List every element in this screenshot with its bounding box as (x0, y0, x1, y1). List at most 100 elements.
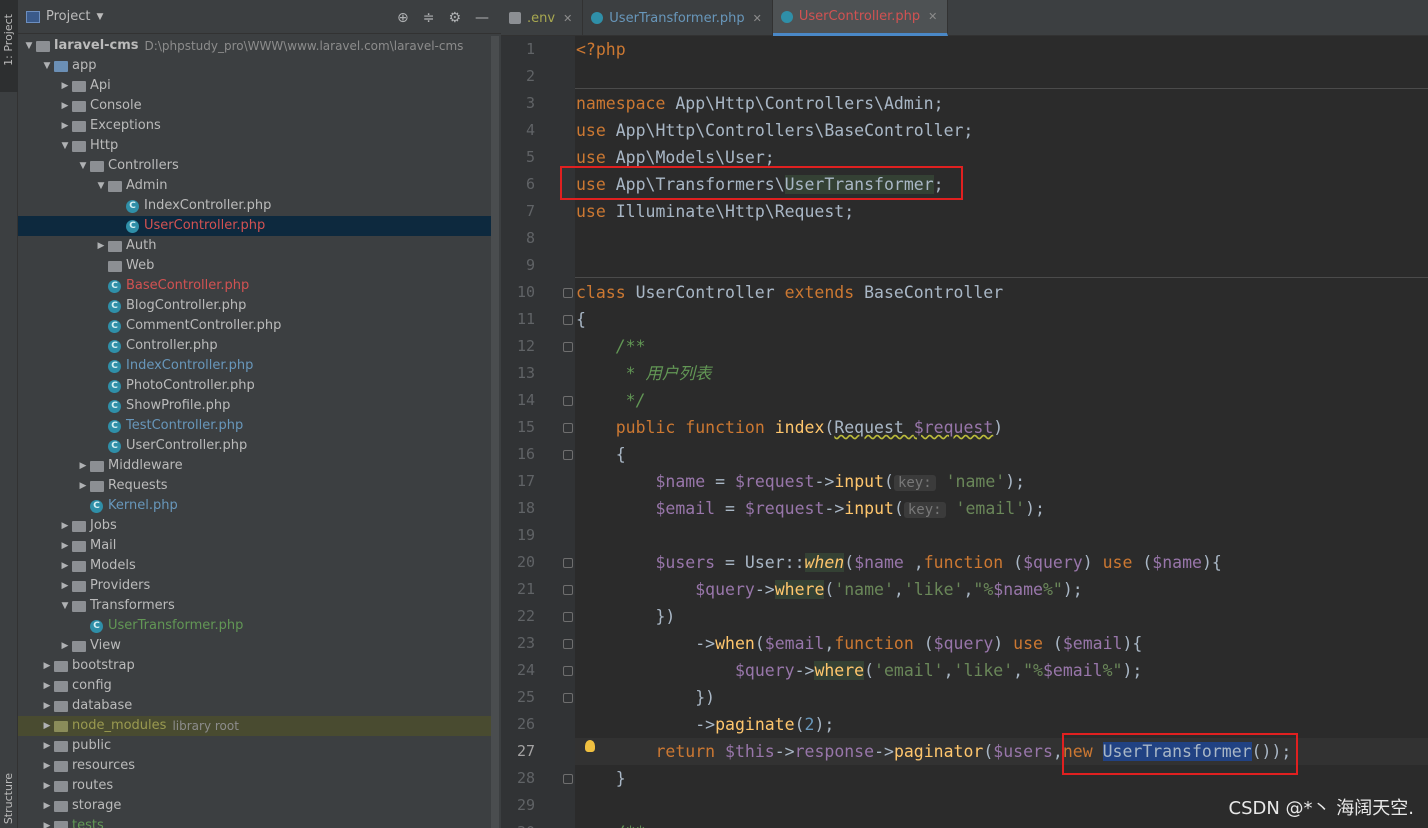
tree-folder[interactable]: ▶ View (18, 636, 491, 656)
tree-folder[interactable]: ▼ laravel-cms D:\phpstudy_pro\WWW\www.lara… (18, 36, 491, 56)
tree-folder[interactable]: ▶ tests (18, 816, 491, 828)
fold-marker-icon[interactable] (563, 396, 573, 406)
chevron-down-icon[interactable]: ▼ (76, 156, 90, 176)
chevron-down-icon[interactable]: ▼ (58, 136, 72, 156)
tree-file[interactable]: C Controller.php (18, 336, 491, 356)
fold-marker-icon[interactable] (563, 558, 573, 568)
code-line[interactable] (575, 522, 1428, 549)
chevron-right-icon[interactable]: ▶ (40, 736, 54, 756)
gutter-line[interactable]: 29 (501, 792, 575, 819)
tree-file[interactable]: C IndexController.php (18, 356, 491, 376)
code-editor[interactable]: <?php namespace App\Http\Controllers\Admi… (575, 36, 1428, 828)
close-icon[interactable]: ✕ (753, 12, 762, 25)
code-line[interactable]: */ (575, 387, 1428, 414)
fold-marker-icon[interactable] (563, 423, 573, 433)
chevron-right-icon[interactable]: ▶ (58, 576, 72, 596)
chevron-down-icon[interactable]: ▼ (22, 36, 36, 56)
chevron-right-icon[interactable]: ▶ (58, 116, 72, 136)
code-line[interactable]: /** (575, 333, 1428, 360)
code-line[interactable]: $query->where('email','like',"%$email%")… (575, 657, 1428, 684)
tree-file[interactable]: C ShowProfile.php (18, 396, 491, 416)
tree-folder[interactable]: ▶ Requests (18, 476, 491, 496)
tree-folder[interactable]: ▶ Middleware (18, 456, 491, 476)
chevron-down-icon[interactable]: ▼ (94, 176, 108, 196)
tree-folder[interactable]: ▶ Jobs (18, 516, 491, 536)
fold-marker-icon[interactable] (563, 315, 573, 325)
chevron-right-icon[interactable]: ▶ (40, 816, 54, 828)
lightbulb-icon[interactable] (585, 740, 595, 752)
gutter-line[interactable]: 18 (501, 495, 575, 522)
editor-tab[interactable]: UserController.php ✕ (772, 0, 949, 36)
chevron-right-icon[interactable]: ▶ (40, 696, 54, 716)
chevron-right-icon[interactable]: ▶ (40, 656, 54, 676)
fold-marker-icon[interactable] (563, 666, 573, 676)
gutter-line[interactable]: 4 (501, 117, 575, 144)
gutter-line[interactable]: 3 (501, 90, 575, 117)
gutter-line[interactable]: 15 (501, 414, 575, 441)
gutter-line[interactable]: 16 (501, 441, 575, 468)
gutter-line[interactable]: 30 (501, 819, 575, 828)
fold-marker-icon[interactable] (563, 639, 573, 649)
gutter-line[interactable]: 20 (501, 549, 575, 576)
gutter-line[interactable]: 19 (501, 522, 575, 549)
code-line[interactable]: class UserController extends BaseControl… (575, 279, 1428, 306)
chevron-right-icon[interactable]: ▶ (40, 776, 54, 796)
tree-folder[interactable]: ▶ Providers (18, 576, 491, 596)
tree-folder[interactable]: ▶ Console (18, 96, 491, 116)
code-line[interactable]: ->paginate(2); (575, 711, 1428, 738)
code-line[interactable]: return $this->response->paginator($users… (575, 738, 1428, 765)
tree-folder[interactable]: ▼ Http (18, 136, 491, 156)
tree-folder[interactable]: Web (18, 256, 491, 276)
structure-tool-tab[interactable]: Structure (2, 773, 15, 824)
gutter-line[interactable]: 23 (501, 630, 575, 657)
project-panel-title[interactable]: Project (46, 9, 90, 24)
gutter-line[interactable]: 17 (501, 468, 575, 495)
tree-file[interactable]: C UserController.php (18, 436, 491, 456)
code-line[interactable]: namespace App\Http\Controllers\Admin; (575, 90, 1428, 117)
chevron-right-icon[interactable]: ▶ (94, 236, 108, 256)
code-line[interactable]: }) (575, 684, 1428, 711)
gutter-line[interactable]: 14 (501, 387, 575, 414)
chevron-right-icon[interactable]: ▶ (40, 796, 54, 816)
tree-folder[interactable]: ▶ Models (18, 556, 491, 576)
chevron-right-icon[interactable]: ▶ (76, 456, 90, 476)
tree-folder[interactable]: ▶ routes (18, 776, 491, 796)
code-line[interactable]: }) (575, 603, 1428, 630)
fold-marker-icon[interactable] (563, 612, 573, 622)
code-line[interactable]: public function index(Request $request) (575, 414, 1428, 441)
chevron-right-icon[interactable]: ▶ (40, 676, 54, 696)
gutter-line[interactable]: 10 (501, 279, 575, 306)
tree-folder[interactable]: ▶ config (18, 676, 491, 696)
chevron-right-icon[interactable]: ▶ (58, 516, 72, 536)
fold-marker-icon[interactable] (563, 288, 573, 298)
tree-folder[interactable]: ▶ bootstrap (18, 656, 491, 676)
tree-file[interactable]: C BaseController.php (18, 276, 491, 296)
tree-folder[interactable]: ▶ public (18, 736, 491, 756)
chevron-right-icon[interactable]: ▶ (58, 96, 72, 116)
gear-icon[interactable]: ⚙ (448, 10, 461, 26)
project-tool-tab[interactable]: 1: Project (0, 0, 18, 92)
tree-folder[interactable]: ▶ resources (18, 756, 491, 776)
code-line[interactable]: <?php (575, 36, 1428, 63)
close-icon[interactable]: ✕ (563, 12, 572, 25)
tree-folder[interactable]: ▼ Controllers (18, 156, 491, 176)
tree-folder[interactable]: ▶ Api (18, 76, 491, 96)
code-line[interactable]: { (575, 441, 1428, 468)
code-line[interactable]: /** (575, 819, 1428, 828)
code-line[interactable]: $name = $request->input(key: 'name'); (575, 468, 1428, 495)
tree-file[interactable]: C Kernel.php (18, 496, 491, 516)
fold-marker-icon[interactable] (563, 342, 573, 352)
tree-file[interactable]: C UserController.php (18, 216, 491, 236)
code-line[interactable]: $email = $request->input(key: 'email'); (575, 495, 1428, 522)
tree-file[interactable]: C TestController.php (18, 416, 491, 436)
tree-folder[interactable]: ▶ database (18, 696, 491, 716)
chevron-right-icon[interactable]: ▶ (58, 556, 72, 576)
gutter-line[interactable]: 1 (501, 36, 575, 63)
code-line[interactable]: ->when($email,function ($query) use ($em… (575, 630, 1428, 657)
gutter-line[interactable]: 13 (501, 360, 575, 387)
tree-folder[interactable]: ▶ storage (18, 796, 491, 816)
code-line[interactable]: { (575, 306, 1428, 333)
close-icon[interactable]: ✕ (928, 10, 937, 23)
gutter-line[interactable]: 2 (501, 63, 575, 90)
gutter-line[interactable]: 9 (501, 252, 575, 279)
